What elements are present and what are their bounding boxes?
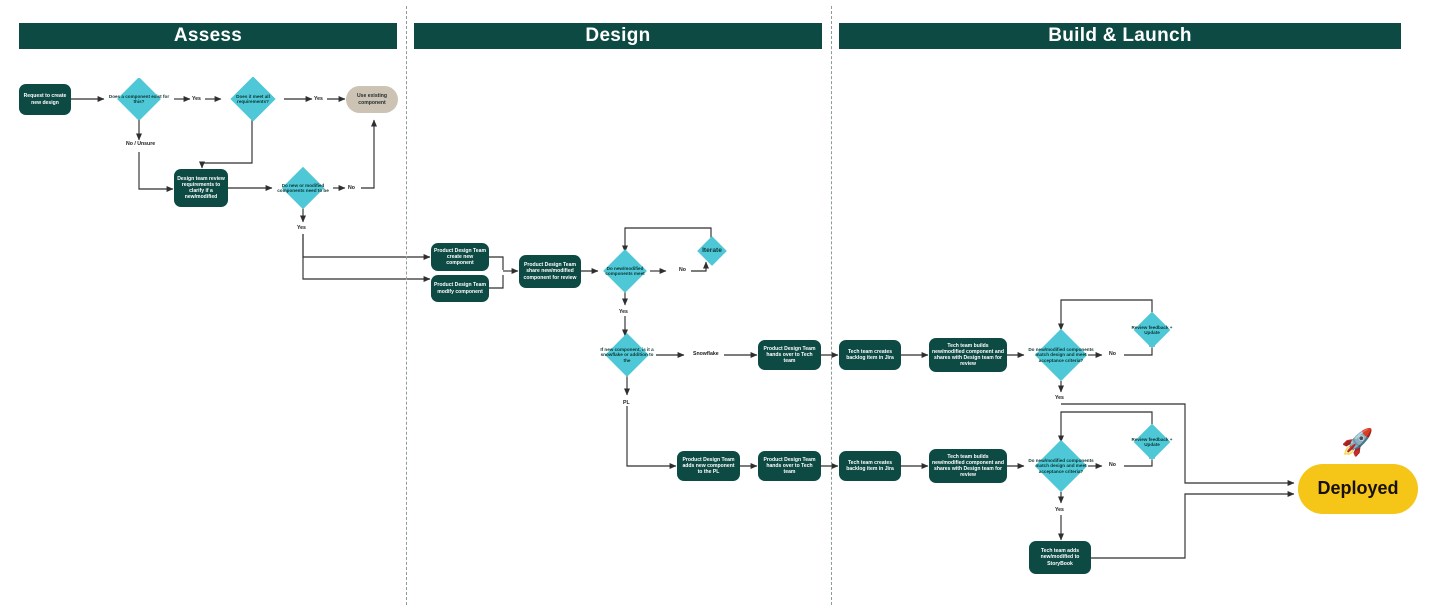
lane-header-assess: Assess bbox=[19, 23, 397, 49]
edge-label-yes-4: Yes bbox=[618, 309, 629, 315]
node-label: Use existing component bbox=[356, 93, 387, 106]
node-label: Do new/modified components meet bbox=[605, 265, 645, 277]
node-label: Review feedback + Update bbox=[1131, 324, 1173, 336]
edge-label-snowflake: Snowflake bbox=[692, 351, 720, 357]
node-label: Tech team creates backlog item in Jira bbox=[846, 459, 894, 472]
node-design-team-review-requirements[interactable]: Design team review requirements to clari… bbox=[174, 169, 228, 207]
node-tech-team-adds-to-storybook[interactable]: Tech team adds new/modified to StoryBook bbox=[1029, 541, 1091, 574]
lane-divider-2 bbox=[831, 6, 832, 605]
edge-label-yes-2: Yes bbox=[313, 96, 324, 102]
node-creates-backlog-item-jira-top[interactable]: Tech team creates backlog item in Jira bbox=[839, 340, 901, 370]
node-snowflake-or-addition-to-pl[interactable]: If new component, is it a snowflake or a… bbox=[596, 333, 658, 377]
node-label: Product Design Team hands over to Tech t… bbox=[763, 345, 816, 365]
lane-header-build: Build & Launch bbox=[839, 23, 1401, 49]
node-components-match-design-top[interactable]: Do new/modified components match design … bbox=[1026, 329, 1096, 381]
node-tech-team-builds-component-bottom[interactable]: Tech team builds new/modified component … bbox=[929, 449, 1007, 483]
node-label: Tech team adds new/modified to StoryBook bbox=[1040, 548, 1080, 567]
lane-label-build: Build & Launch bbox=[1048, 25, 1192, 46]
node-tech-team-builds-component-top[interactable]: Tech team builds new/modified component … bbox=[929, 338, 1007, 372]
edge-label-no-1: No bbox=[347, 185, 356, 191]
node-iterate[interactable]: Iterate bbox=[688, 236, 736, 266]
node-review-feedback-update-bottom[interactable]: Review feedback + Update bbox=[1124, 423, 1180, 461]
lane-header-design: Design bbox=[414, 23, 822, 49]
edge-label-no-3: No bbox=[1108, 351, 1117, 357]
flowchart-canvas: Assess Design Build & Launch Request to … bbox=[0, 0, 1440, 611]
node-label: Do new/modified components match design … bbox=[1028, 346, 1094, 363]
node-does-it-meet-all-requirements[interactable]: Does it meet all requirements? bbox=[218, 77, 288, 121]
lane-divider-1 bbox=[406, 6, 407, 605]
node-label: Product Design Team hands over to Tech t… bbox=[763, 456, 816, 476]
node-label: Do new/modified components match design … bbox=[1028, 457, 1094, 474]
node-label: Does a component exist for this? bbox=[108, 93, 170, 105]
node-label: Tech team builds new/modified component … bbox=[932, 453, 1004, 479]
node-label: Do new or modified components need to be bbox=[277, 182, 329, 194]
node-does-component-exist[interactable]: Does a component exist for this? bbox=[105, 78, 173, 120]
node-label: Product Design Team share new/modified c… bbox=[523, 262, 577, 281]
rocket-icon: 🚀 bbox=[1341, 427, 1374, 457]
lane-label-assess: Assess bbox=[173, 25, 243, 46]
edge-label-yes-5: Yes bbox=[1054, 395, 1065, 401]
node-do-components-meet-need[interactable]: Do new/modified components meet bbox=[594, 249, 656, 293]
edge-label-no-2: No bbox=[678, 267, 687, 273]
node-hands-over-to-tech-team-top[interactable]: Product Design Team hands over to Tech t… bbox=[758, 340, 821, 370]
node-modify-component[interactable]: Product Design Team modify component bbox=[431, 275, 489, 302]
node-label: If new component, is it a snowflake or a… bbox=[600, 346, 654, 363]
node-label: Tech team creates backlog item in Jira bbox=[846, 348, 894, 361]
node-do-new-or-modified-components-need[interactable]: Do new or modified components need to be bbox=[270, 167, 336, 209]
edge-label-no-4: No bbox=[1108, 462, 1117, 468]
node-label: Review feedback + Update bbox=[1131, 436, 1173, 448]
node-use-existing-component[interactable]: Use existing component bbox=[346, 86, 398, 113]
node-label: Does it meet all requirements? bbox=[236, 93, 270, 105]
node-share-new-modified-component-for-review[interactable]: Product Design Team share new/modified c… bbox=[519, 255, 581, 288]
node-hands-over-to-tech-team-bottom[interactable]: Product Design Team hands over to Tech t… bbox=[758, 451, 821, 481]
node-label: Product Design Team modify component bbox=[434, 282, 486, 295]
node-request-to-create-new-design[interactable]: Request to create new design bbox=[19, 84, 71, 115]
node-label: Tech team builds new/modified component … bbox=[932, 342, 1004, 368]
edge-label-yes-3: Yes bbox=[296, 225, 307, 231]
edge-label-pl: PL bbox=[622, 400, 631, 406]
node-deployed[interactable]: Deployed bbox=[1298, 464, 1418, 514]
node-label: Product Design Team create new component bbox=[434, 247, 486, 267]
lane-label-design: Design bbox=[585, 25, 651, 46]
node-label: Request to create new design bbox=[23, 93, 67, 106]
node-label: Deployed bbox=[1317, 478, 1399, 499]
node-adds-new-component-to-pl[interactable]: Product Design Team adds new component t… bbox=[677, 451, 740, 481]
edge-label-yes-6: Yes bbox=[1054, 507, 1065, 513]
node-components-match-design-bottom[interactable]: Do new/modified components match design … bbox=[1026, 440, 1096, 492]
node-label: Product Design Team adds new component t… bbox=[682, 456, 735, 476]
node-creates-backlog-item-jira-bottom[interactable]: Tech team creates backlog item in Jira bbox=[839, 451, 901, 481]
edge-label-yes-1: Yes bbox=[191, 96, 202, 102]
node-review-feedback-update-top[interactable]: Review feedback + Update bbox=[1124, 311, 1180, 349]
node-label: Iterate bbox=[702, 247, 722, 255]
connector-wires bbox=[71, 96, 1295, 559]
edge-label-no-unsure: No / Unsure bbox=[125, 141, 157, 147]
node-create-new-component[interactable]: Product Design Team create new component bbox=[431, 243, 489, 271]
node-label: Design team review requirements to clari… bbox=[177, 175, 225, 201]
